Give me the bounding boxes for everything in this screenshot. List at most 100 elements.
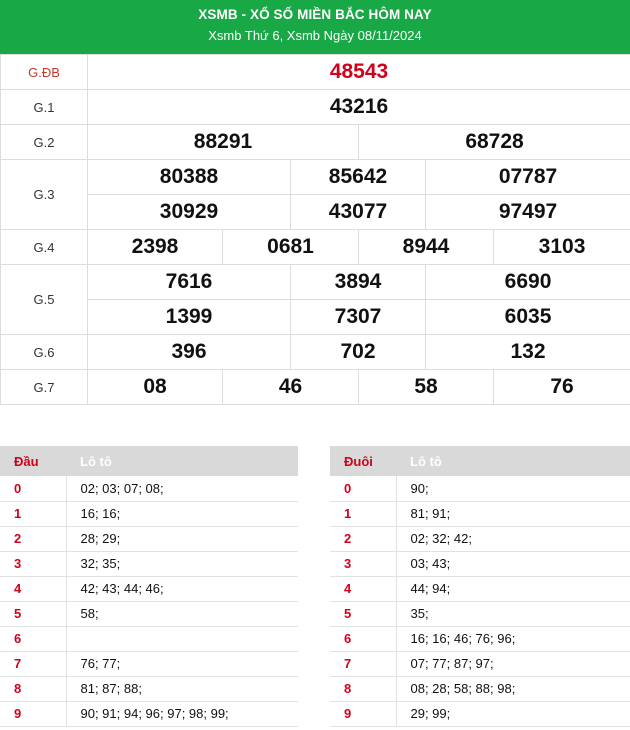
prize-number: 702 [290, 334, 426, 370]
prize-number: 6690 [424, 264, 630, 300]
prize-number: 3894 [290, 264, 426, 300]
results-table: G.ĐB 48543 G.1 43216 G.2 88291 68728 G.3… [0, 54, 630, 405]
prize-number: 1399 [87, 299, 291, 335]
prize-number: 85642 [290, 159, 426, 195]
prize-label-g3: G.3 [0, 159, 88, 230]
special-prize-number: 48543 [86, 54, 630, 90]
table-row: 3 32; 35; [0, 551, 298, 577]
dau-value: 02; 03; 07; 08; [66, 476, 298, 502]
duoi-key: 7 [330, 651, 397, 677]
table-row: 6 [0, 626, 298, 652]
prize-label-g7: G.7 [0, 369, 88, 405]
prize-label-g4: G.4 [0, 229, 88, 265]
dau-key: 2 [0, 526, 67, 552]
duoi-key: 5 [330, 601, 397, 627]
table-row: 0 02; 03; 07; 08; [0, 476, 298, 502]
prize-number: 80388 [87, 159, 291, 195]
table-row: 7 07; 77; 87; 97; [330, 651, 630, 677]
dau-key: 8 [0, 676, 67, 702]
duoi-key: 9 [330, 701, 397, 727]
prize-number: 2398 [87, 229, 223, 265]
table-row: 9 29; 99; [330, 701, 630, 727]
dau-value [66, 626, 298, 652]
prize-number: 6035 [424, 299, 630, 335]
prize-row-g4: G.4 2398 0681 8944 3103 [0, 229, 630, 265]
dau-header-key: Đầu [0, 446, 66, 476]
table-row: 4 42; 43; 44; 46; [0, 576, 298, 602]
prize-label-gdb: G.ĐB [0, 54, 88, 90]
duoi-value: 07; 77; 87; 97; [396, 651, 630, 677]
prize-number: 97497 [424, 194, 630, 230]
duoi-value: 08; 28; 58; 88; 98; [396, 676, 630, 702]
dau-key: 7 [0, 651, 67, 677]
dau-value: 16; 16; [66, 501, 298, 527]
prize-row-g7: G.7 08 46 58 76 [0, 369, 630, 405]
dau-value: 81; 87; 88; [66, 676, 298, 702]
prize-number: 7616 [87, 264, 291, 300]
prize-number: 30929 [87, 194, 291, 230]
dau-value: 32; 35; [66, 551, 298, 577]
duoi-key: 4 [330, 576, 397, 602]
duoi-value: 35; [396, 601, 630, 627]
dau-value: 28; 29; [66, 526, 298, 552]
dau-header-value: Lô tô [66, 446, 298, 476]
duoi-key: 0 [330, 476, 397, 502]
prize-row-g5: G.5 7616 3894 6690 [0, 264, 630, 335]
prize-number: 76 [492, 369, 630, 405]
prize-row-g5-2: 1399 7307 6035 [1, 299, 630, 335]
prize-label-g1: G.1 [0, 89, 88, 125]
prize-number: 8944 [358, 229, 494, 265]
duoi-value: 29; 99; [396, 701, 630, 727]
prize-row-gdb: G.ĐB 48543 [0, 54, 630, 90]
dau-key: 5 [0, 601, 67, 627]
prize-number: 46 [222, 369, 359, 405]
table-row: 9 90; 91; 94; 96; 97; 98; 99; [0, 701, 298, 727]
prize-number: 88291 [87, 124, 359, 160]
prize-number: 132 [424, 334, 630, 370]
prize-number: 43077 [290, 194, 426, 230]
duoi-key: 1 [330, 501, 397, 527]
prize-number: 396 [87, 334, 291, 370]
dau-key: 4 [0, 576, 67, 602]
prize-row-g1: G.1 43216 [0, 89, 630, 125]
table-row: 4 44; 94; [330, 576, 630, 602]
page-title: XSMB - XỔ SỐ MIỀN BẮC HÔM NAY [198, 7, 432, 22]
duoi-header-row: Đuôi Lô tô [330, 446, 630, 476]
duoi-key: 8 [330, 676, 397, 702]
prize-label-g2: G.2 [0, 124, 88, 160]
duoi-key: 3 [330, 551, 397, 577]
dau-value: 58; [66, 601, 298, 627]
duoi-value: 81; 91; [396, 501, 630, 527]
prize-number: 58 [358, 369, 494, 405]
dau-key: 3 [0, 551, 67, 577]
duoi-key: 6 [330, 626, 397, 652]
results-header: XSMB - XỔ SỐ MIỀN BẮC HÔM NAY Xsmb Thứ 6… [0, 0, 630, 54]
prize-number: 68728 [357, 124, 630, 160]
duoi-value: 90; [396, 476, 630, 502]
duoi-loto-table: Đuôi Lô tô 0 90; 1 81; 91; 2 02; 32; 42; 30… [330, 446, 630, 727]
table-row: 6 16; 16; 46; 76; 96; [330, 626, 630, 652]
duoi-value: 03; 43; [396, 551, 630, 577]
table-row: 5 58; [0, 601, 298, 627]
prize-row-g6: G.6 396 702 132 [0, 334, 630, 370]
dau-key: 9 [0, 701, 67, 727]
duoi-value: 02; 32; 42; [396, 526, 630, 552]
table-row: 7 76; 77; [0, 651, 298, 677]
table-row: 8 08; 28; 58; 88; 98; [330, 676, 630, 702]
table-row: 8 81; 87; 88; [0, 676, 298, 702]
prize-number: 3103 [492, 229, 630, 265]
table-row: 0 90; [330, 476, 630, 502]
dau-key: 1 [0, 501, 67, 527]
page-subtitle: Xsmb Thứ 6, Xsmb Ngày 08/11/2024 [208, 28, 422, 43]
prize-number: 0681 [222, 229, 359, 265]
prize-row-g3: G.3 80388 85642 07787 [0, 159, 630, 230]
dau-loto-table: Đầu Lô tô 0 02; 03; 07; 08; 1 16; 16; 2 28;… [0, 446, 298, 727]
prize-number: 07787 [424, 159, 630, 195]
duoi-header-value: Lô tô [396, 446, 630, 476]
dau-value: 76; 77; [66, 651, 298, 677]
dau-value: 90; 91; 94; 96; 97; 98; 99; [66, 701, 298, 727]
dau-key: 6 [0, 626, 67, 652]
duoi-value: 16; 16; 46; 76; 96; [396, 626, 630, 652]
table-row: 2 02; 32; 42; [330, 526, 630, 552]
prize-row-g3-2: 30929 43077 97497 [1, 194, 630, 230]
